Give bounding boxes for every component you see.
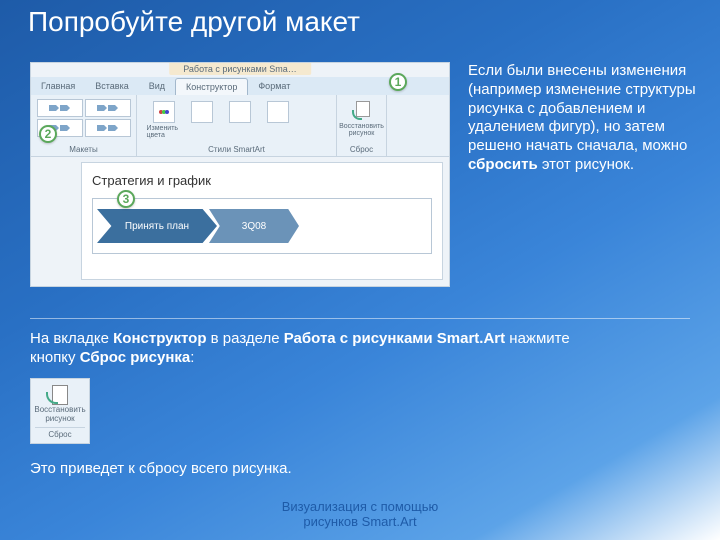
group-styles: Изменить цвета Стили SmartArt <box>137 95 337 156</box>
smartart-title: Стратегия и график <box>92 173 432 188</box>
layout-thumb[interactable] <box>85 99 131 117</box>
group-label: Сброс <box>337 145 386 154</box>
smartart-graphic[interactable]: Принять план 3Q08 <box>92 198 432 254</box>
group-reset: Восстановить рисунок Сброс <box>337 95 387 156</box>
footer-text: Визуализация с помощьюрисунков Smart.Art <box>0 499 720 530</box>
reset-graphic-button[interactable]: Восстановить рисунок <box>342 99 382 137</box>
reset-button-example: Восстановить рисунок Сброс <box>30 378 90 444</box>
instruction-1: На вкладке Конструктор в разделе Работа … <box>30 330 580 368</box>
callout-3: 3 <box>117 190 135 208</box>
button-label: Изменить цвета <box>147 125 181 139</box>
reset-icon <box>46 383 74 404</box>
group-label: Макеты <box>31 145 136 154</box>
tab-insert[interactable]: Вставка <box>85 78 138 94</box>
contextual-tab-title: Работа с рисунками Sma… <box>169 63 311 75</box>
ribbon-screenshot: Работа с рисунками Sma… Главная Вставка … <box>30 62 450 287</box>
style-thumb[interactable] <box>223 101 257 141</box>
callout-1: 1 <box>389 73 407 91</box>
tab-view[interactable]: Вид <box>139 78 175 94</box>
change-colors-button[interactable]: Изменить цвета <box>147 101 181 141</box>
side-paragraph: Если были внесены изменения (например из… <box>468 62 702 175</box>
ribbon-body: Макеты Изменить цвета Стили SmartArt Вос… <box>31 95 449 157</box>
chevron-shape[interactable]: 3Q08 <box>209 209 299 243</box>
group-label: Стили SmartArt <box>137 145 336 154</box>
tab-home[interactable]: Главная <box>31 78 85 94</box>
layout-thumb[interactable] <box>37 99 83 117</box>
tab-format[interactable]: Формат <box>248 78 300 94</box>
instruction-2: Это приведет к сбросу всего рисунка. <box>30 460 292 477</box>
style-thumb[interactable] <box>185 101 219 141</box>
layout-thumb[interactable] <box>85 119 131 137</box>
slide-title: Попробуйте другой макет <box>28 6 360 38</box>
group-label: Сброс <box>35 427 85 439</box>
ribbon-tabs: Главная Вставка Вид Конструктор Формат <box>31 77 449 95</box>
style-thumb[interactable] <box>261 101 295 141</box>
palette-icon <box>153 101 175 123</box>
button-label: Восстановить рисунок <box>34 406 85 424</box>
reset-icon <box>351 99 373 121</box>
document-canvas: Стратегия и график Принять план 3Q08 <box>81 162 443 280</box>
button-label: Восстановить рисунок <box>339 123 384 137</box>
callout-2: 2 <box>39 125 57 143</box>
tab-design[interactable]: Конструктор <box>175 78 248 95</box>
divider <box>30 318 690 319</box>
chevron-shape[interactable]: Принять план <box>97 209 217 243</box>
